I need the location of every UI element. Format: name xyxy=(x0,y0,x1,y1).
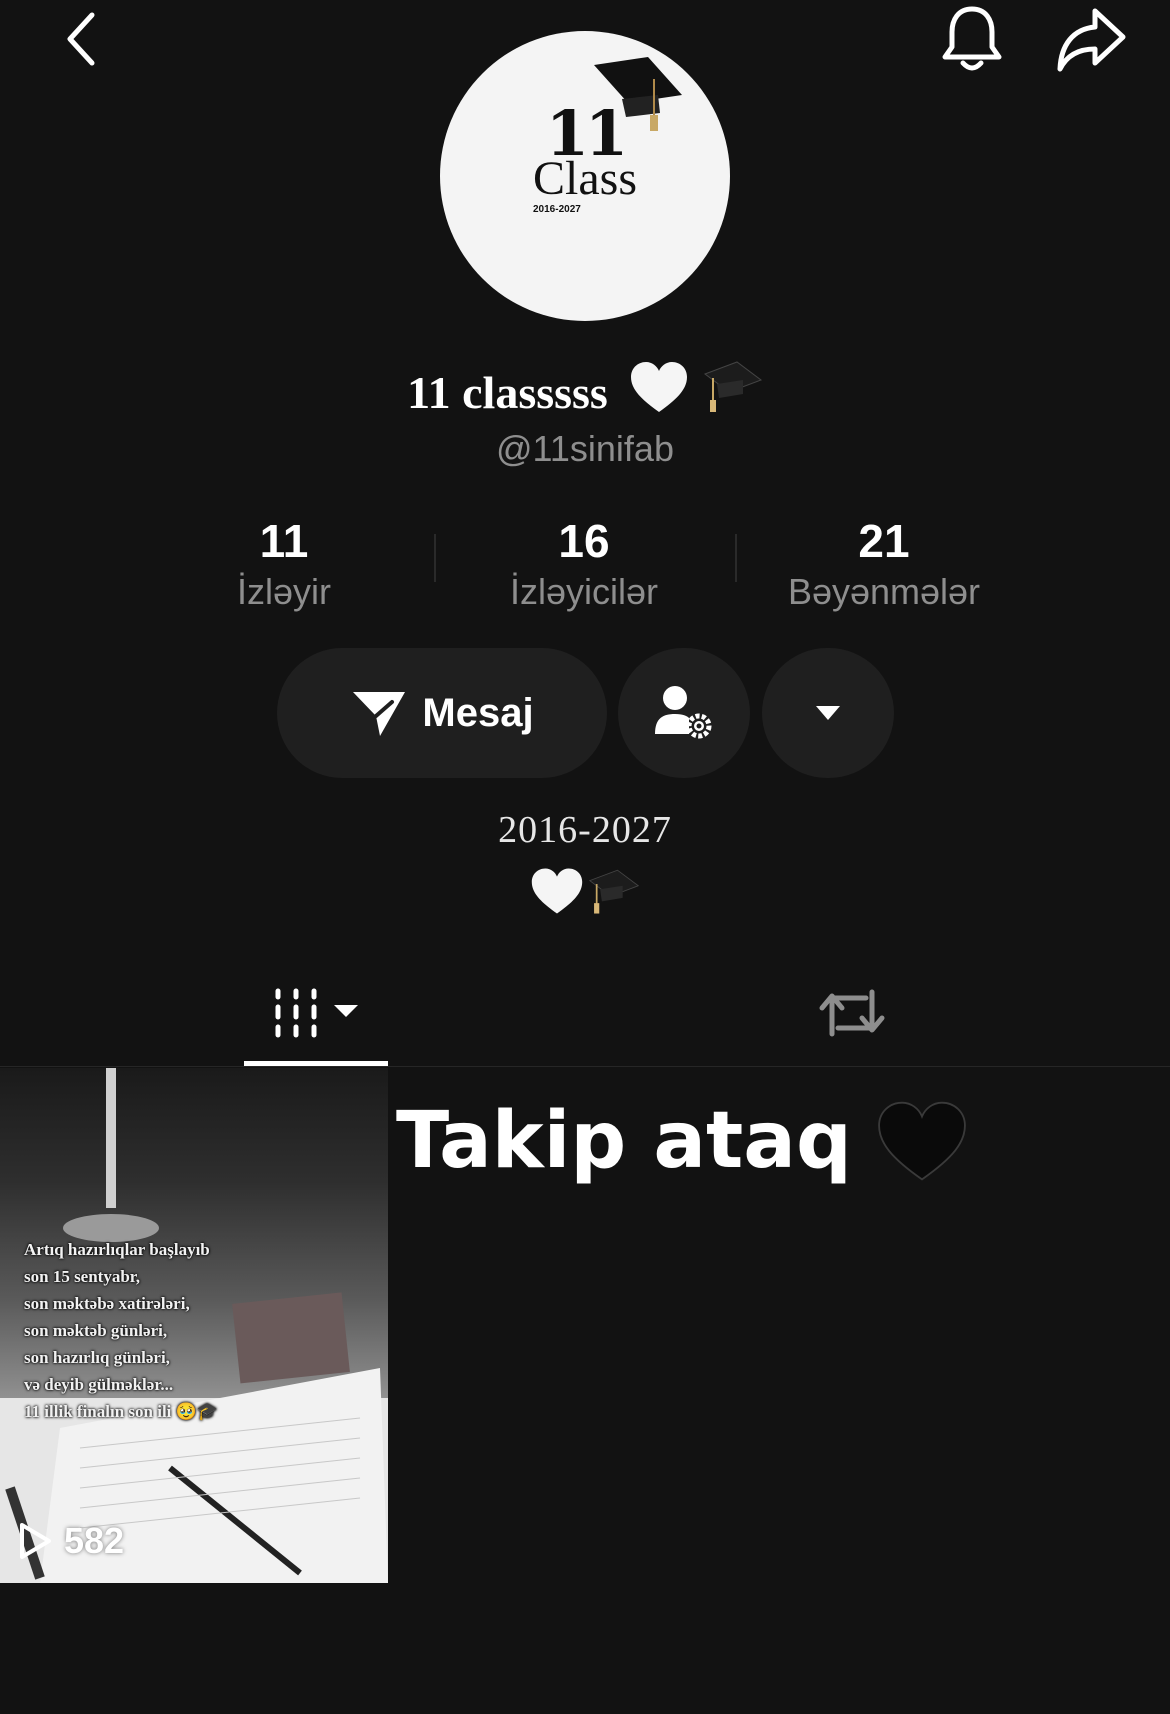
white-heart-icon xyxy=(531,868,583,914)
graduation-cap-icon xyxy=(588,869,640,914)
graduation-cap-icon xyxy=(703,358,763,425)
share-button[interactable] xyxy=(1052,2,1132,76)
bell-icon xyxy=(942,6,1002,71)
profile-avatar[interactable]: 11 Class 2016-2027 xyxy=(440,31,730,321)
bio-emoji xyxy=(0,866,1170,916)
message-button-label: Mesaj xyxy=(422,690,534,735)
chevron-left-icon xyxy=(67,12,95,66)
tab-divider xyxy=(0,1066,1170,1067)
promo-text-label: Takip ataq xyxy=(396,1096,852,1186)
graduation-cap-icon xyxy=(594,57,682,131)
notification-button[interactable] xyxy=(934,2,1010,76)
video-view-count: 582 xyxy=(64,1520,125,1561)
play-icon xyxy=(20,1523,51,1559)
stat-likes-value: 21 xyxy=(858,515,910,567)
tab-reposts[interactable] xyxy=(780,960,924,1066)
grid-columns-icon xyxy=(275,988,358,1038)
black-heart-icon xyxy=(877,1101,966,1181)
send-icon xyxy=(353,692,406,736)
more-options-button[interactable] xyxy=(762,648,894,778)
stat-following-value: 11 xyxy=(259,515,309,567)
video-caption: Artıq hazırlıqlar başlayıb son 15 sentya… xyxy=(24,1240,218,1421)
stat-followers[interactable]: 16 İzləyicilər xyxy=(434,514,734,614)
tab-videos[interactable] xyxy=(244,960,388,1066)
stat-likes-label: Bəyənmələr xyxy=(787,571,981,612)
share-arrow-icon xyxy=(1057,8,1126,72)
message-button[interactable]: Mesaj xyxy=(277,648,607,778)
caret-down-icon xyxy=(816,706,840,720)
repost-icon xyxy=(819,989,885,1037)
stat-followers-label: İzləyicilər xyxy=(509,571,659,612)
avatar-logo-word: Class xyxy=(532,152,637,205)
friend-settings-button[interactable] xyxy=(618,648,750,778)
video-thumbnail[interactable]: Artıq hazırlıqlar başlayıb son 15 sentya… xyxy=(0,1068,388,1583)
stat-likes[interactable]: 21 Bəyənmələr xyxy=(734,514,1034,614)
profile-username: @11sinifab xyxy=(496,428,674,469)
avatar-logo-years: 2016-2027 xyxy=(533,204,581,215)
profile-display-name: 11 classsss xyxy=(0,358,1170,425)
stat-following[interactable]: 11 İzləyir xyxy=(134,514,434,614)
stat-following-label: İzləyir xyxy=(236,571,331,612)
white-heart-icon xyxy=(629,360,689,425)
promo-text: Takip ataq xyxy=(396,1096,968,1186)
bio-years: 2016-2027 xyxy=(498,809,672,851)
stat-followers-value: 16 xyxy=(558,515,610,567)
back-button[interactable] xyxy=(52,8,108,70)
video-views: 582 xyxy=(18,1520,124,1562)
person-gear-icon xyxy=(655,686,712,739)
display-name-text: 11 classsss xyxy=(407,367,608,418)
